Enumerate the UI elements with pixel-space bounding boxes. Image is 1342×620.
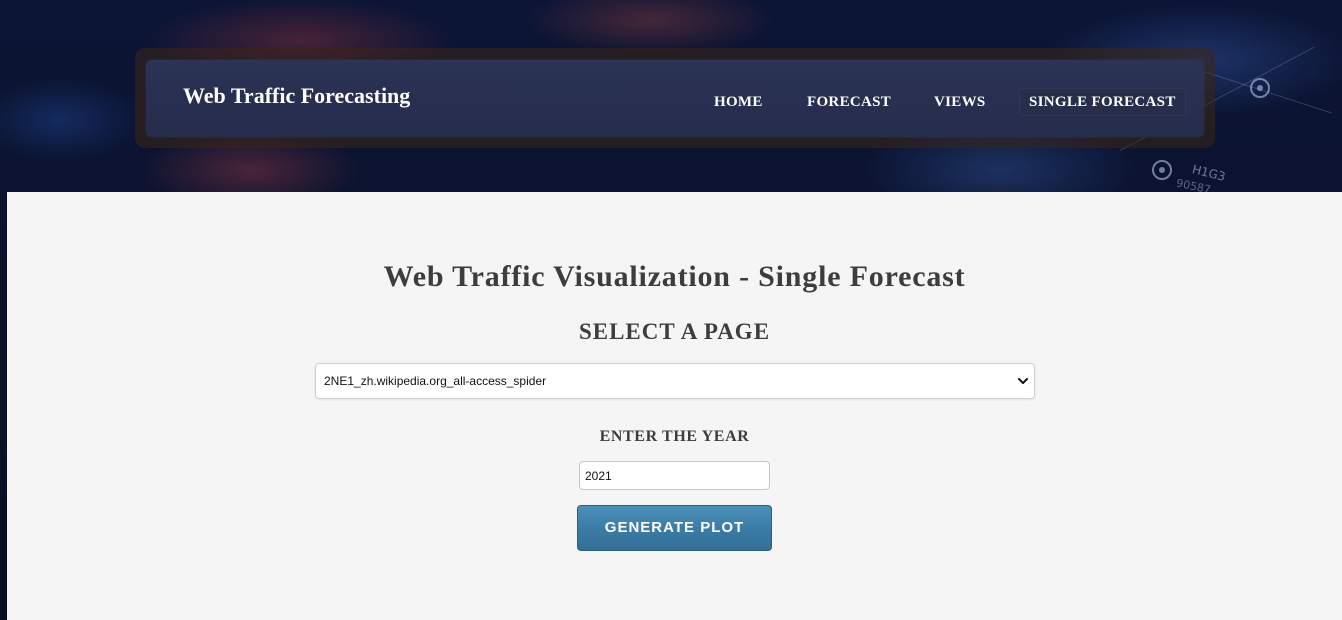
page-select[interactable]: 2NE1_zh.wikipedia.org_all-access_spider	[315, 363, 1035, 399]
nav-link-views[interactable]: VIEWS	[934, 88, 986, 116]
target-circle-icon	[1250, 78, 1270, 98]
brand-title[interactable]: Web Traffic Forecasting	[183, 83, 410, 109]
select-page-label: SELECT A PAGE	[578, 319, 771, 344]
target-circle-icon	[1152, 160, 1172, 180]
year-label: ENTER THE YEAR	[599, 428, 750, 445]
page-title: Web Traffic Visualization - Single Forec…	[383, 260, 966, 293]
page-select-value: 2NE1_zh.wikipedia.org_all-access_spider	[324, 374, 547, 388]
nav-link-forecast[interactable]: FORECAST	[807, 88, 891, 116]
nav-link-home[interactable]: HOME	[714, 88, 763, 116]
nav-link-single-forecast[interactable]: SINGLE FORECAST	[1019, 88, 1186, 116]
main-panel	[7, 192, 1342, 620]
year-input[interactable]	[579, 461, 770, 490]
generate-plot-button[interactable]: GENERATE PLOT	[577, 505, 772, 551]
chevron-down-icon	[1018, 378, 1028, 384]
